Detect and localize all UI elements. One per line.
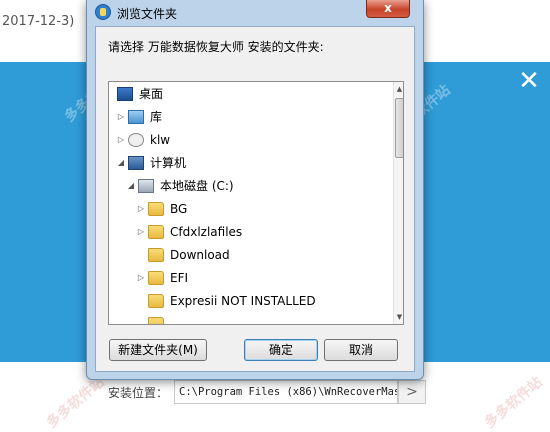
folder-icon <box>148 202 164 216</box>
expand-arrow-icon[interactable]: ▷ <box>116 106 126 128</box>
computer-icon <box>128 156 144 170</box>
desktop-icon <box>117 87 133 101</box>
folder-icon <box>148 225 164 239</box>
folder-tree[interactable]: 桌面 ▷ 库 ▷ klw ◢ 计算机 ◢ 本地磁盘 (C:) ▷ BG ▷ Cf… <box>108 81 404 325</box>
installer-close-icon[interactable]: ✕ <box>516 68 542 94</box>
dialog-close-button[interactable]: x <box>366 0 410 18</box>
tree-item-computer[interactable]: ◢ 计算机 <box>115 152 385 174</box>
scroll-down-icon[interactable]: ▼ <box>394 310 403 324</box>
tree-item-label: klw <box>150 133 171 147</box>
tree-item-folder[interactable]: ▷ Cfdxlzlafiles <box>135 221 385 243</box>
tree-item-label: 库 <box>150 110 163 124</box>
tree-item-label: Download <box>170 248 230 262</box>
collapse-arrow-icon[interactable]: ◢ <box>116 152 126 174</box>
expand-arrow-icon[interactable]: ▷ <box>116 129 126 151</box>
browse-folder-dialog: 浏览文件夹 x 请选择 万能数据恢复大师 安装的文件夹: 桌面 ▷ 库 ▷ kl… <box>86 0 424 380</box>
tree-item-label: Cfdxlzlafiles <box>170 225 243 239</box>
user-icon <box>128 133 144 147</box>
tree-item-label: EFI <box>170 271 189 285</box>
install-location-label: 安装位置： <box>108 386 169 400</box>
drive-icon <box>138 179 154 193</box>
expand-arrow-icon[interactable]: ▷ <box>136 221 146 243</box>
library-folder-icon <box>128 110 144 124</box>
scroll-up-icon[interactable]: ▲ <box>394 82 403 96</box>
ok-button[interactable]: 确定 <box>244 339 318 361</box>
dialog-title: 浏览文件夹 <box>117 7 178 21</box>
tree-item-drive-c[interactable]: ◢ 本地磁盘 (C:) <box>125 175 385 197</box>
cancel-button[interactable]: 取消 <box>324 339 398 361</box>
dialog-client-area: 请选择 万能数据恢复大师 安装的文件夹: 桌面 ▷ 库 ▷ klw ◢ 计算机 <box>95 26 415 372</box>
scrollbar-thumb[interactable] <box>395 98 403 158</box>
tree-item-label: 计算机 <box>150 156 187 170</box>
tree-item-folder[interactable]: ▷ BG <box>135 198 385 220</box>
dialog-prompt: 请选择 万能数据恢复大师 安装的文件夹: <box>108 40 324 54</box>
folder-icon <box>148 248 164 262</box>
expand-arrow-icon[interactable]: ▷ <box>136 198 146 220</box>
new-folder-button[interactable]: 新建文件夹(M) <box>109 339 207 361</box>
tree-item-desktop[interactable]: 桌面 <box>115 83 385 105</box>
folder-icon <box>148 317 164 324</box>
install-path-input[interactable]: C:\Program Files (x86)\WnRecoverMast <box>174 380 398 404</box>
tree-item-label: Expresii NOT INSTALLED <box>170 294 316 308</box>
tree-item-folder[interactable]: Download <box>135 244 385 266</box>
tree-item-folder-partial[interactable] <box>135 313 385 324</box>
tree-item-label: 本地磁盘 (C:) <box>160 179 234 193</box>
expand-arrow-icon[interactable]: ▷ <box>136 267 146 289</box>
date-text: 2017-12-3) <box>2 14 75 29</box>
tree-item-folder[interactable]: Expresii NOT INSTALLED <box>135 290 385 312</box>
folder-icon <box>148 271 164 285</box>
tree-item-label: 桌面 <box>139 87 164 101</box>
tree-scrollbar[interactable]: ▲ ▼ <box>393 82 403 324</box>
dialog-titlebar[interactable]: 浏览文件夹 x <box>87 0 423 26</box>
tree-item-klw[interactable]: ▷ klw <box>115 129 385 151</box>
tree-item-label: BG <box>170 202 188 216</box>
collapse-arrow-icon[interactable]: ◢ <box>126 175 136 197</box>
tree-item-library[interactable]: ▷ 库 <box>115 106 385 128</box>
folder-icon <box>148 294 164 308</box>
dialog-app-icon <box>95 4 111 20</box>
tree-item-folder[interactable]: ▷ EFI <box>135 267 385 289</box>
browse-button[interactable]: > <box>398 380 426 404</box>
